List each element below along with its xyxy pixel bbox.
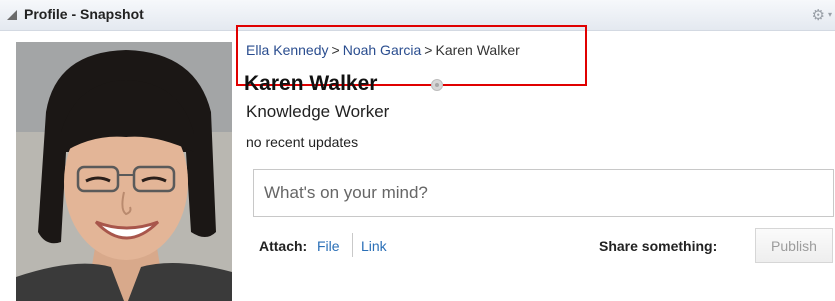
web-part-header: Profile - Snapshot ⚙ ▾ <box>0 0 835 31</box>
attach-label: Attach: <box>259 238 308 254</box>
profile-photo-image <box>16 42 232 301</box>
breadcrumb-separator: > <box>331 42 340 58</box>
profile-name: Karen Walker <box>244 72 378 95</box>
presence-status-icon[interactable] <box>431 79 443 91</box>
breadcrumb-current: Karen Walker <box>435 42 520 58</box>
attach-link-link[interactable]: Link <box>361 238 387 254</box>
share-something-label: Share something: <box>599 238 718 254</box>
attach-file-link[interactable]: File <box>317 238 340 254</box>
recent-updates-status: no recent updates <box>246 134 359 150</box>
profile-photo <box>16 42 232 301</box>
profile-role: Knowledge Worker <box>246 102 390 121</box>
web-part-title: Profile - Snapshot <box>24 6 144 22</box>
breadcrumb: Ella Kennedy > Noah Garcia > Karen Walker <box>246 42 520 58</box>
status-update-input[interactable] <box>253 169 834 217</box>
chevron-down-icon[interactable]: ▾ <box>828 10 832 19</box>
gear-icon[interactable]: ⚙ <box>812 6 825 24</box>
breadcrumb-link[interactable]: Noah Garcia <box>343 42 422 58</box>
attach-divider <box>352 233 353 257</box>
breadcrumb-link[interactable]: Ella Kennedy <box>246 42 329 58</box>
collapse-triangle-icon[interactable] <box>7 10 17 20</box>
publish-button[interactable]: Publish <box>755 228 833 263</box>
breadcrumb-separator: > <box>424 42 433 58</box>
